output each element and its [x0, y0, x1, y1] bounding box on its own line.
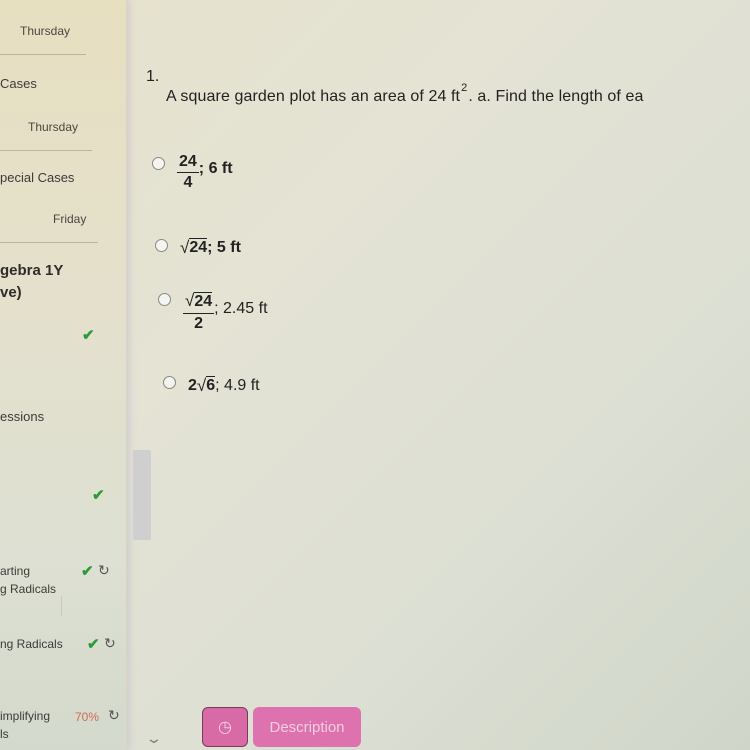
- numerator: √ 24: [183, 291, 215, 314]
- fraction: 24 4: [177, 154, 199, 191]
- answer-option-d[interactable]: 2 √ 6 ; 4.9 ft: [163, 375, 260, 396]
- divider: [0, 54, 86, 55]
- course-sidebar: Thursday Cases Thursday pecial Cases Fri…: [0, 0, 127, 750]
- retry-icon[interactable]: ↻: [104, 635, 116, 652]
- question-number: 1.: [146, 68, 160, 85]
- description-label: Description: [269, 718, 345, 736]
- sidebar-item-date: Thursday: [20, 24, 71, 38]
- answer-option-c[interactable]: √ 24 2 ; 2.45 ft: [158, 292, 268, 332]
- answer-option-a[interactable]: 24 4 ; 6 ft: [152, 154, 233, 191]
- question-text-before: A square garden plot has an area of 24 f…: [166, 88, 461, 105]
- sidebar-lesson-radicals[interactable]: ng Radicals: [0, 637, 63, 651]
- radicand: 24: [189, 238, 208, 256]
- radicand: 24: [194, 292, 213, 310]
- description-button[interactable]: Description: [253, 707, 361, 747]
- answer-option-b[interactable]: √ 24 ; 5 ft: [155, 238, 241, 258]
- clock-icon: ◷: [218, 719, 232, 736]
- radical-sign: √: [180, 238, 190, 257]
- progress-percent: 70%: [75, 710, 100, 724]
- radio-button[interactable]: [155, 238, 168, 252]
- sidebar-lesson-starting[interactable]: arting: [0, 564, 30, 578]
- question-text: A square garden plot has an area of 24 f…: [166, 82, 644, 106]
- sidebar-lesson-expressions[interactable]: essions: [0, 409, 44, 424]
- section-title-cont: ve): [0, 284, 22, 301]
- superscript: 2: [461, 82, 468, 94]
- option-suffix: ; 4.9 ft: [215, 377, 260, 394]
- section-title: gebra 1Y: [0, 262, 64, 279]
- divider: [0, 150, 92, 151]
- sidebar-item-cases[interactable]: Cases: [0, 76, 37, 91]
- divider: [61, 596, 62, 616]
- sidebar-item-date: Thursday: [28, 120, 79, 134]
- retry-icon[interactable]: ↻: [98, 562, 110, 579]
- numerator: 24: [177, 154, 199, 173]
- radio-button[interactable]: [152, 157, 165, 170]
- option-suffix: ; 6 ft: [198, 159, 233, 177]
- check-icon: ✔: [81, 563, 94, 580]
- fraction: √ 24 2: [183, 291, 215, 332]
- radical-sign: √: [196, 376, 207, 395]
- radical: √ 24: [180, 238, 208, 258]
- sidebar-lesson-simplifying[interactable]: implifying: [0, 709, 50, 723]
- question-panel: 1. A square garden plot has an area of 2…: [126, 0, 750, 750]
- option-suffix: ; 2.45 ft: [214, 299, 268, 317]
- divider: [0, 242, 98, 243]
- radio-button[interactable]: [163, 375, 176, 389]
- coefficient: 2: [188, 377, 197, 394]
- check-icon: ✔: [82, 327, 95, 344]
- option-suffix: ; 5 ft: [207, 239, 241, 256]
- check-icon: ✔: [92, 487, 105, 504]
- retry-icon[interactable]: ↻: [108, 707, 120, 724]
- sidebar-item-date: Friday: [53, 212, 87, 226]
- radical-sign: √: [185, 291, 195, 310]
- question-text-after: . a. Find the length of ea: [468, 88, 644, 105]
- chevron-down-icon[interactable]: ⌄: [145, 730, 163, 747]
- sidebar-lesson-starting-cont[interactable]: g Radicals: [0, 582, 56, 596]
- radio-button[interactable]: [158, 293, 171, 307]
- timer-button[interactable]: ◷: [202, 707, 248, 747]
- denominator: 2: [194, 314, 204, 332]
- radical: √ 6: [196, 376, 216, 396]
- radicand: 6: [206, 376, 216, 394]
- check-icon: ✔: [87, 636, 100, 653]
- denominator: 4: [183, 174, 193, 191]
- sidebar-lesson-simplifying-cont[interactable]: ls: [0, 727, 9, 741]
- sidebar-item-special-cases[interactable]: pecial Cases: [0, 170, 74, 185]
